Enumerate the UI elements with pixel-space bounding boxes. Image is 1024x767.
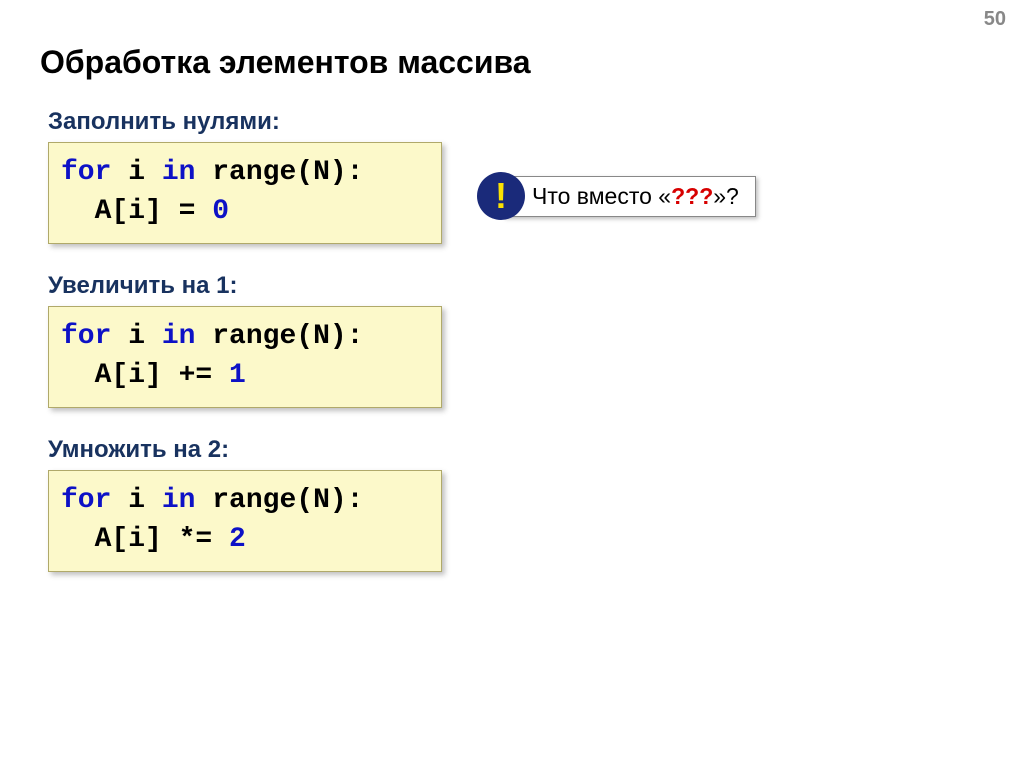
code-keyword-for: for xyxy=(61,321,111,352)
callout: ! Что вместо «???»? xyxy=(477,172,756,220)
code-block-increment: for i in range(N): A[i] += 1 xyxy=(48,306,442,408)
callout-text-after: »? xyxy=(713,183,739,210)
code-keyword-in: in xyxy=(162,485,196,516)
section-fill-zeros: Заполнить нулями: for i in range(N): A[i… xyxy=(48,108,442,244)
code-text: A[i] = xyxy=(61,196,212,227)
section-label-multiply: Умножить на 2: xyxy=(48,436,442,464)
page-number: 50 xyxy=(984,8,1006,31)
code-text: range(N): xyxy=(195,157,363,188)
code-keyword-in: in xyxy=(162,157,196,188)
code-number: 1 xyxy=(229,360,246,391)
code-text: A[i] += xyxy=(61,360,229,391)
code-text: i xyxy=(111,321,161,352)
code-text: range(N): xyxy=(195,485,363,516)
exclamation-icon: ! xyxy=(477,172,525,220)
code-keyword-in: in xyxy=(162,321,196,352)
code-text: A[i] *= xyxy=(61,524,229,555)
section-label-fill-zeros: Заполнить нулями: xyxy=(48,108,442,136)
code-text: range(N): xyxy=(195,321,363,352)
callout-box: Что вместо «???»? xyxy=(503,176,756,217)
section-multiply: Умножить на 2: for i in range(N): A[i] *… xyxy=(48,436,442,572)
code-keyword-for: for xyxy=(61,157,111,188)
section-increment: Увеличить на 1: for i in range(N): A[i] … xyxy=(48,272,442,408)
code-block-multiply: for i in range(N): A[i] *= 2 xyxy=(48,470,442,572)
callout-accent: ??? xyxy=(671,183,713,210)
code-text: i xyxy=(111,157,161,188)
code-number: 0 xyxy=(212,196,229,227)
code-block-fill-zeros: for i in range(N): A[i] = 0 xyxy=(48,142,442,244)
section-label-increment: Увеличить на 1: xyxy=(48,272,442,300)
code-text: i xyxy=(111,485,161,516)
code-number: 2 xyxy=(229,524,246,555)
code-keyword-for: for xyxy=(61,485,111,516)
slide-title: Обработка элементов массива xyxy=(40,44,531,81)
callout-text-before: Что вместо « xyxy=(532,183,671,210)
